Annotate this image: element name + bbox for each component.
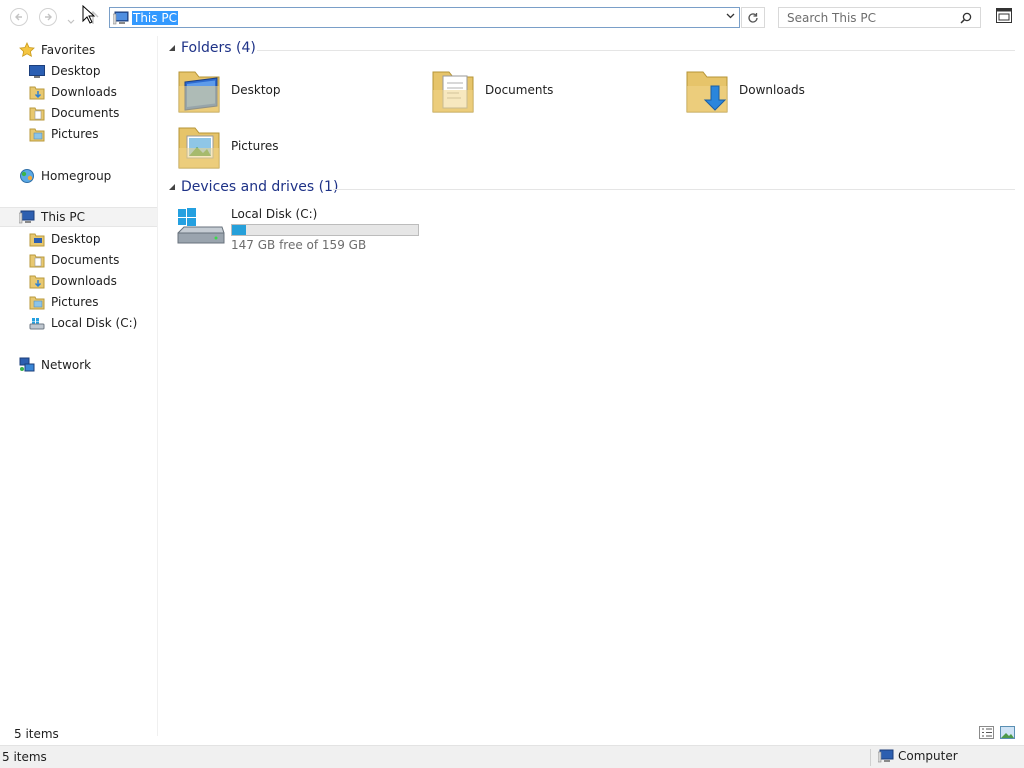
collapse-triangle-icon[interactable] [169, 184, 175, 190]
window-icon [996, 8, 1012, 23]
back-button[interactable] [10, 8, 28, 26]
search-icon[interactable] [960, 12, 972, 24]
window-layout-button[interactable] [996, 8, 1012, 26]
drive-name: Local Disk (C:) [231, 207, 318, 221]
navigation-pane: Favorites Desktop Downloads Documents Pi… [0, 36, 157, 736]
nav-pc-pictures[interactable]: Pictures [29, 292, 99, 312]
nav-this-pc-label: This PC [41, 210, 85, 224]
statusbar-divider [870, 749, 871, 766]
forward-button[interactable] [39, 8, 57, 26]
view-buttons [979, 726, 1015, 739]
nav-homegroup-label: Homegroup [41, 169, 112, 183]
search-box[interactable] [778, 7, 981, 28]
nav-item-label: Desktop [51, 64, 101, 78]
folder-tile-pictures[interactable]: Pictures [177, 122, 279, 170]
address-dropdown-icon[interactable] [726, 13, 735, 20]
pictures-folder-icon [178, 127, 220, 169]
statusbar-item-count: 5 items [2, 750, 47, 764]
recent-locations-dropdown[interactable] [67, 14, 75, 28]
nav-pc-downloads[interactable]: Downloads [29, 271, 117, 291]
desktop-folder-icon [29, 231, 45, 247]
documents-folder-icon [432, 71, 474, 113]
folder-label: Downloads [739, 83, 805, 97]
folder-label: Pictures [231, 139, 279, 153]
nav-homegroup[interactable]: Homegroup [19, 166, 111, 186]
nav-pc-desktop[interactable]: Desktop [29, 229, 101, 249]
downloads-folder-icon [29, 273, 45, 289]
nav-network-label: Network [41, 358, 92, 372]
documents-folder-icon [29, 252, 45, 268]
forward-arrow-icon [45, 13, 52, 21]
downloads-folder-icon [686, 71, 728, 113]
nav-item-label: Pictures [51, 127, 99, 141]
downloads-folder-icon [29, 84, 45, 100]
folders-group-title: Folders (4) [181, 40, 256, 56]
address-bar[interactable]: This PC [109, 7, 740, 28]
statusbar-location-label: Computer [898, 749, 958, 763]
drive-usage-fill [232, 225, 246, 235]
collapse-triangle-icon[interactable] [169, 45, 175, 51]
nav-favorites[interactable]: Favorites [19, 40, 95, 60]
nav-item-label: Pictures [51, 295, 99, 309]
hard-drive-icon [177, 208, 225, 244]
search-input[interactable] [779, 8, 967, 27]
nav-favorites-label: Favorites [41, 43, 96, 57]
nav-favorites-downloads[interactable]: Downloads [29, 82, 117, 102]
drives-group-header[interactable]: Devices and drives (1) [169, 179, 1015, 195]
drives-group-title: Devices and drives (1) [181, 179, 339, 195]
network-icon [19, 357, 35, 373]
nav-item-label: Documents [51, 106, 120, 120]
nav-this-pc[interactable]: This PC [0, 207, 157, 227]
documents-folder-icon [29, 105, 45, 121]
desktop-folder-icon [178, 71, 220, 113]
drive-free-space: 147 GB free of 159 GB [231, 238, 367, 252]
star-icon [19, 42, 35, 58]
nav-pc-local-disk[interactable]: Local Disk (C:) [29, 313, 137, 333]
refresh-button[interactable] [741, 7, 765, 28]
nav-favorites-desktop[interactable]: Desktop [29, 61, 101, 81]
folder-tile-documents[interactable]: Documents [431, 66, 553, 114]
desktop-icon [29, 63, 45, 79]
details-view-icon[interactable] [979, 726, 994, 739]
nav-item-label: Downloads [51, 274, 117, 288]
pictures-folder-icon [29, 126, 45, 142]
folder-tile-desktop[interactable]: Desktop [177, 66, 281, 114]
nav-item-label: Desktop [51, 232, 101, 246]
drive-usage-bar [231, 224, 419, 236]
folder-label: Documents [485, 83, 554, 97]
nav-pc-documents[interactable]: Documents [29, 250, 119, 270]
refresh-icon [748, 12, 758, 23]
folders-group-header[interactable]: Folders (4) [169, 40, 1015, 56]
item-count: 5 items [14, 727, 59, 741]
nav-item-label: Documents [51, 253, 120, 267]
nav-network[interactable]: Network [19, 355, 91, 375]
this-pc-icon [113, 11, 129, 25]
folder-label: Desktop [231, 83, 281, 97]
this-pc-icon [19, 209, 35, 225]
back-arrow-icon [15, 13, 22, 21]
chevron-down-icon [67, 19, 75, 24]
statusbar-location: Computer [878, 749, 958, 763]
nav-item-label: Local Disk (C:) [51, 316, 138, 330]
large-icons-view-icon[interactable] [1000, 726, 1015, 739]
pictures-folder-icon [29, 294, 45, 310]
status-bar: 5 items Computer [0, 745, 1024, 768]
mouse-cursor-icon [82, 5, 96, 24]
pane-divider[interactable] [157, 36, 158, 736]
homegroup-icon [19, 168, 35, 184]
address-text: This PC [132, 11, 178, 25]
nav-item-label: Downloads [51, 85, 117, 99]
nav-favorites-documents[interactable]: Documents [29, 103, 119, 123]
drive-tile-local-disk[interactable]: Local Disk (C:) 147 GB free of 159 GB [176, 205, 436, 255]
drive-icon [29, 315, 45, 331]
nav-favorites-pictures[interactable]: Pictures [29, 124, 99, 144]
folder-tile-downloads[interactable]: Downloads [685, 66, 805, 114]
computer-icon [878, 749, 894, 763]
